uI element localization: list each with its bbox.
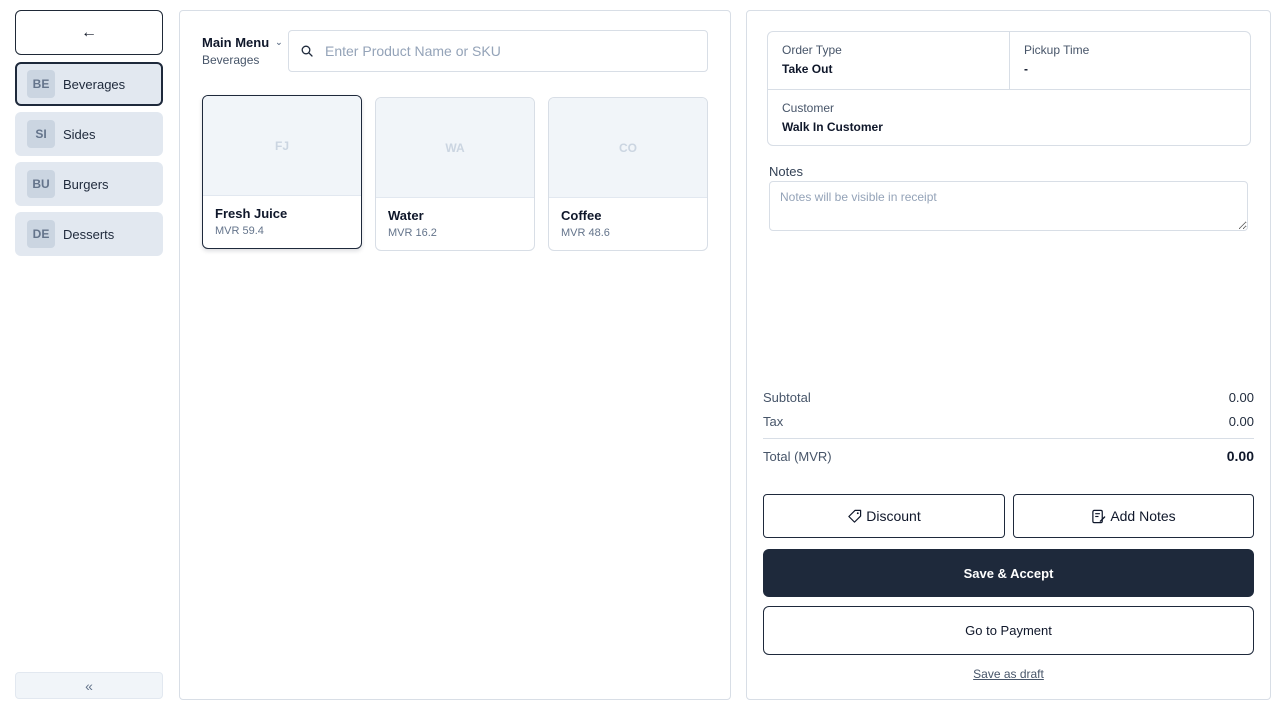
category-label: Sides [63, 126, 96, 142]
pickup-time-field[interactable]: Pickup Time - [1024, 43, 1089, 76]
save-draft-link[interactable]: Save as draft [747, 667, 1270, 681]
discount-label: Discount [866, 508, 921, 524]
product-name: Coffee [561, 208, 602, 223]
divider [1009, 32, 1010, 89]
collapse-sidebar-button[interactable]: « [15, 672, 163, 699]
order-type-value: Take Out [782, 62, 833, 76]
order-type-field[interactable]: Order Type Take Out [782, 43, 842, 76]
category-item-burgers[interactable]: BU Burgers [15, 162, 163, 206]
category-item-sides[interactable]: SI Sides [15, 112, 163, 156]
tax-row: Tax 0.00 [763, 414, 1254, 429]
chevrons-left-icon: « [85, 677, 93, 694]
product-price: MVR 48.6 [561, 227, 610, 239]
save-accept-button[interactable]: Save & Accept [763, 549, 1254, 597]
arrow-left-icon: ← [81, 23, 97, 41]
category-label: Desserts [63, 226, 115, 242]
note-edit-icon [1092, 509, 1106, 523]
back-button[interactable]: ← [15, 10, 163, 55]
menu-subtitle: Beverages [202, 53, 260, 67]
customer-value: Walk In Customer [782, 120, 883, 134]
order-type-label: Order Type [782, 43, 842, 57]
go-to-payment-button[interactable]: Go to Payment [763, 606, 1254, 655]
tag-icon [848, 509, 862, 523]
add-notes-label: Add Notes [1110, 508, 1176, 524]
category-label: Beverages [63, 76, 126, 92]
subtotal-label: Subtotal [763, 390, 811, 405]
add-notes-button[interactable]: Add Notes [1013, 494, 1254, 538]
chevron-down-icon: ⌄ [275, 37, 283, 47]
tax-value: 0.00 [1228, 414, 1254, 429]
category-item-desserts[interactable]: DE Desserts [15, 212, 163, 256]
category-badge: DE [27, 220, 55, 248]
subtotal-row: Subtotal 0.00 [763, 390, 1254, 405]
category-badge: BU [27, 170, 55, 198]
subtotal-value: 0.00 [1228, 390, 1254, 405]
divider [768, 89, 1250, 90]
product-panel: Main Menu ⌄ Beverages FJ Fresh Juice MVR… [179, 10, 731, 700]
notes-label: Notes [769, 164, 803, 179]
product-card-coffee[interactable]: CO Coffee MVR 48.6 [548, 97, 708, 251]
product-price: MVR 16.2 [388, 227, 437, 239]
category-sidebar: ← BE Beverages SI Sides BU Burgers DE De… [15, 10, 163, 700]
category-badge: SI [27, 120, 55, 148]
product-name: Fresh Juice [215, 206, 288, 221]
pickup-time-label: Pickup Time [1024, 43, 1090, 57]
total-value: 0.00 [1226, 448, 1254, 464]
product-image-placeholder: FJ [203, 96, 361, 196]
total-label: Total (MVR) [763, 448, 832, 464]
customer-field[interactable]: Customer Walk In Customer [782, 101, 883, 134]
notes-textarea[interactable] [769, 181, 1248, 231]
customer-label: Customer [782, 101, 835, 115]
pickup-time-value: - [1024, 62, 1028, 76]
menu-selector[interactable]: Main Menu ⌄ [202, 35, 283, 50]
total-row: Total (MVR) 0.00 [763, 448, 1254, 464]
product-image-placeholder: CO [549, 98, 707, 198]
product-name: Water [388, 208, 424, 223]
category-badge: BE [27, 70, 55, 98]
product-card-water[interactable]: WA Water MVR 16.2 [375, 97, 535, 251]
category-item-beverages[interactable]: BE Beverages [15, 62, 163, 106]
save-draft-label: Save as draft [973, 667, 1044, 681]
search-box[interactable] [288, 30, 708, 72]
discount-button[interactable]: Discount [763, 494, 1005, 538]
order-panel: Order Type Take Out Pickup Time - Custom… [746, 10, 1271, 700]
save-accept-label: Save & Accept [963, 565, 1054, 581]
search-icon [301, 45, 313, 57]
product-card-fresh-juice[interactable]: FJ Fresh Juice MVR 59.4 [202, 95, 362, 249]
order-info-box: Order Type Take Out Pickup Time - Custom… [767, 31, 1251, 146]
divider [763, 438, 1254, 439]
category-label: Burgers [63, 176, 109, 192]
menu-title: Main Menu [202, 35, 270, 50]
tax-label: Tax [763, 414, 784, 429]
search-input[interactable] [325, 43, 695, 59]
product-image-placeholder: WA [376, 98, 534, 198]
go-to-payment-label: Go to Payment [965, 623, 1052, 638]
product-price: MVR 59.4 [215, 225, 264, 237]
